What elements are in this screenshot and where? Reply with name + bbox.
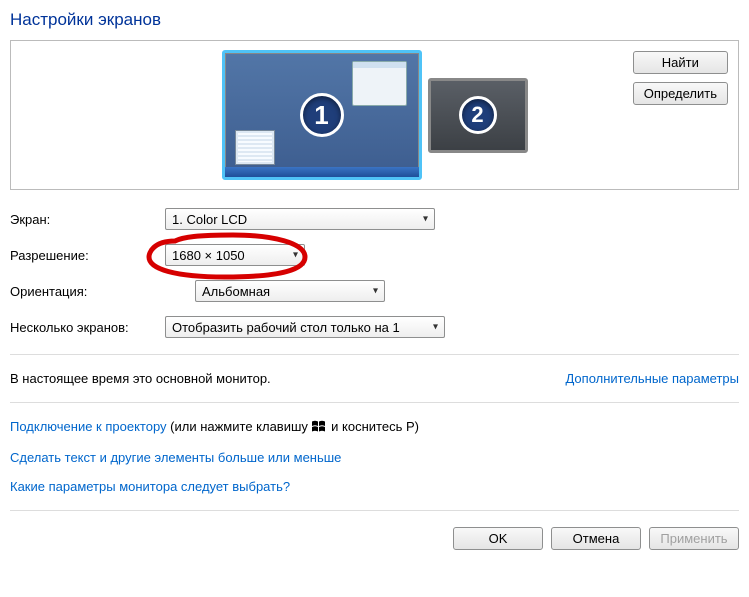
page-title: Настройки экранов [10, 10, 739, 30]
projector-link[interactable]: Подключение к проектору [10, 419, 167, 434]
separator [10, 510, 739, 511]
multiple-displays-select[interactable]: Отобразить рабочий стол только на 1 [165, 316, 445, 338]
resolution-label: Разрешение: [10, 248, 165, 263]
apply-button: Применить [649, 527, 739, 550]
taskbar-icon [225, 167, 419, 177]
orientation-value: Альбомная [202, 284, 270, 299]
multiple-displays-value: Отобразить рабочий стол только на 1 [172, 320, 400, 335]
separator [10, 402, 739, 403]
display-label: Экран: [10, 212, 165, 227]
windows-key-icon [312, 420, 328, 436]
projector-hint-pre: (или нажмите клавишу [170, 419, 311, 434]
help-link[interactable]: Какие параметры монитора следует выбрать… [10, 479, 290, 494]
mini-window-icon [235, 130, 275, 165]
find-button[interactable]: Найти [633, 51, 728, 74]
monitor-number-badge: 1 [300, 93, 344, 137]
multiple-displays-label: Несколько экранов: [10, 320, 165, 335]
resolution-select[interactable]: 1680 × 1050 [165, 244, 305, 266]
orientation-select[interactable]: Альбомная [195, 280, 385, 302]
primary-monitor-status: В настоящее время это основной монитор. [10, 371, 271, 386]
resolution-value: 1680 × 1050 [172, 248, 245, 263]
display-select[interactable]: 1. Color LCD [165, 208, 435, 230]
cancel-button[interactable]: Отмена [551, 527, 641, 550]
separator [10, 354, 739, 355]
display-preview: 1 2 Найти Определить [10, 40, 739, 190]
monitor-number-badge: 2 [459, 96, 497, 134]
ok-button[interactable]: OK [453, 527, 543, 550]
mini-window-icon [352, 61, 407, 106]
orientation-label: Ориентация: [10, 284, 165, 299]
monitor-1[interactable]: 1 [222, 50, 422, 180]
display-value: 1. Color LCD [172, 212, 247, 227]
monitor-2[interactable]: 2 [428, 78, 528, 153]
advanced-settings-link[interactable]: Дополнительные параметры [565, 371, 739, 386]
text-size-link[interactable]: Сделать текст и другие элементы больше и… [10, 450, 341, 465]
projector-hint-post: и коснитесь P) [331, 419, 419, 434]
identify-button[interactable]: Определить [633, 82, 728, 105]
